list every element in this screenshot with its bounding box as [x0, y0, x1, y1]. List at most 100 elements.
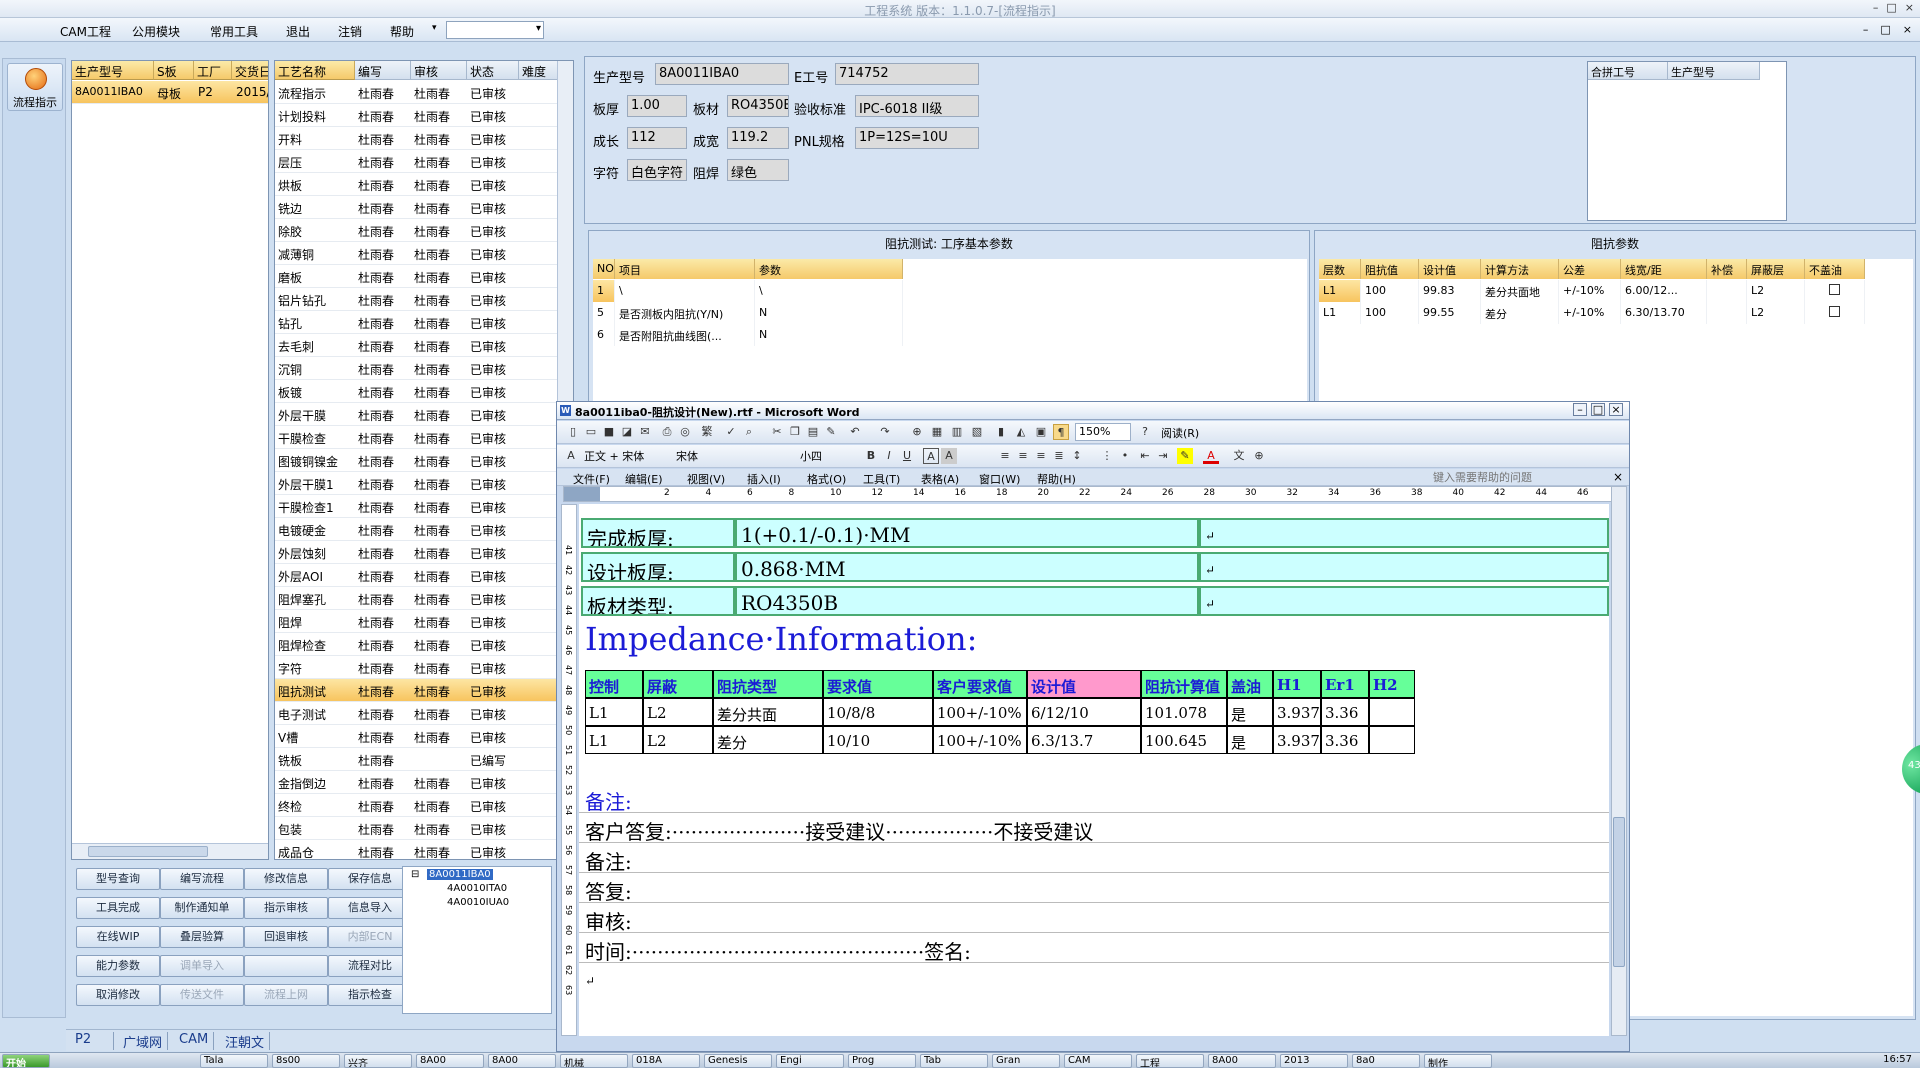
word-menu-file[interactable]: 文件(F) — [573, 471, 610, 487]
size-combo[interactable]: 小四 — [797, 447, 843, 465]
spellcheck-icon[interactable]: ✓ — [723, 424, 739, 440]
tab-p2[interactable]: P2 — [70, 1032, 114, 1050]
numbering-icon[interactable]: ⋮ — [1099, 448, 1115, 464]
tab-cam[interactable]: CAM — [174, 1032, 215, 1050]
phonetic-icon[interactable]: 文 — [1231, 448, 1247, 464]
align-left-icon[interactable]: ≡ — [997, 448, 1013, 464]
action-button[interactable]: 流程对比 — [328, 955, 412, 977]
help-dropdown-icon[interactable]: ▾ — [432, 23, 437, 33]
table-row[interactable]: 开料 杜雨春 杜雨春 已审核 — [275, 127, 559, 150]
maximize-button[interactable]: □ — [1886, 1, 1896, 14]
copy-icon[interactable]: ❐ — [787, 424, 803, 440]
taskbar-item[interactable]: 兴齐 — [344, 1054, 412, 1068]
table-row[interactable]: 流程指示 杜雨春 杜雨春 已审核 — [275, 81, 559, 104]
col-header-param[interactable]: 参数 — [755, 259, 903, 279]
action-button[interactable]: 在线WIP — [76, 926, 160, 948]
table-row[interactable]: 包装 杜雨春 杜雨春 已审核 — [275, 817, 559, 840]
table-row[interactable]: 减薄铜 杜雨春 杜雨春 已审核 — [275, 242, 559, 265]
open-icon[interactable]: ▭ — [583, 424, 599, 440]
style-combo[interactable]: 正文 + 宋体 — [581, 447, 673, 465]
menu-cam[interactable]: CAM工程 — [60, 23, 111, 40]
word-menu-tools[interactable]: 工具(T) — [863, 471, 900, 487]
table-row[interactable]: 成品仓 杜雨春 杜雨春 已审核 — [275, 840, 559, 859]
insert-excel-icon[interactable]: ▧ — [969, 424, 985, 440]
imp-col-header[interactable]: 线宽/距 — [1621, 259, 1707, 279]
table-row[interactable]: 干膜检查 杜雨春 杜雨春 已审核 — [275, 426, 559, 449]
col-header-writer[interactable]: 编写 — [355, 61, 411, 80]
word-close-button[interactable]: × — [1609, 403, 1623, 416]
cut-icon[interactable]: ✂ — [769, 424, 785, 440]
menu-exit[interactable]: 退出 — [286, 23, 310, 40]
word-menu-edit[interactable]: 编辑(E) — [625, 471, 663, 487]
imp-col-header[interactable]: 阻抗值 — [1361, 259, 1419, 279]
table-row[interactable]: 钻孔 杜雨春 杜雨春 已审核 — [275, 311, 559, 334]
taskbar-item[interactable]: 制作 — [1424, 1054, 1492, 1068]
checkbox[interactable] — [1829, 306, 1840, 317]
table-row[interactable]: 铣边 杜雨春 杜雨春 已审核 — [275, 196, 559, 219]
insert-table-icon[interactable]: ▥ — [949, 424, 965, 440]
col-header-difficulty[interactable]: 难度 — [519, 61, 559, 80]
imp-col-header[interactable]: 公差 — [1559, 259, 1621, 279]
table-row[interactable]: 除胶 杜雨春 杜雨春 已审核 — [275, 219, 559, 242]
char-border-button[interactable]: A — [923, 448, 939, 464]
table-row[interactable]: 铝片钻孔 杜雨春 杜雨春 已审核 — [275, 288, 559, 311]
word-scroll-thumb[interactable] — [1613, 817, 1625, 967]
table-row[interactable]: 磨板 杜雨春 杜雨春 已审核 — [275, 265, 559, 288]
table-row[interactable]: 字符 杜雨春 杜雨春 已审核 — [275, 656, 559, 679]
italic-button[interactable]: I — [881, 448, 897, 464]
document-page[interactable]: 完成板厚: 1(+0.1/-0.1)·MM ↵ 设计板厚: 0.868·MM ↵… — [579, 504, 1609, 1036]
taskbar-item[interactable]: Gran — [992, 1054, 1060, 1068]
undo-icon[interactable]: ↶ — [847, 424, 863, 440]
outdent-icon[interactable]: ⇤ — [1137, 448, 1153, 464]
table-row[interactable]: 阻焊 杜雨春 杜雨春 已审核 — [275, 610, 559, 633]
checkbox[interactable] — [1829, 284, 1840, 295]
imp-col-header[interactable]: 补偿 — [1707, 259, 1747, 279]
word-doc-close-icon[interactable]: × — [1613, 470, 1623, 484]
table-row[interactable]: 阻焊塞孔 杜雨春 杜雨春 已审核 — [275, 587, 559, 610]
taskbar-item[interactable]: 8A00 — [1208, 1054, 1276, 1068]
action-button[interactable]: 回退审核 — [244, 926, 328, 948]
eno-field[interactable]: 714752 — [835, 63, 979, 85]
bullets-icon[interactable]: • — [1117, 448, 1133, 464]
save-icon[interactable]: ■ — [601, 424, 617, 440]
product-field[interactable]: 8A0011IBA0 — [655, 63, 789, 85]
mdi-restore-button[interactable]: □ — [1880, 23, 1890, 36]
redo-icon[interactable]: ↷ — [877, 424, 893, 440]
table-row[interactable]: 烘板 杜雨春 杜雨春 已审核 — [275, 173, 559, 196]
table-row[interactable]: 8A0011IBA0 母板 P2 2015/ — [72, 81, 268, 104]
table-row[interactable]: 金指倒边 杜雨春 杜雨春 已审核 — [275, 771, 559, 794]
action-button[interactable] — [244, 955, 328, 977]
table-row[interactable]: 层压 杜雨春 杜雨春 已审核 — [275, 150, 559, 173]
line-spacing-icon[interactable]: ↕ — [1069, 448, 1085, 464]
table-row[interactable]: 铣板 杜雨春 已编写 — [275, 748, 559, 771]
word-menu-insert[interactable]: 插入(I) — [747, 471, 781, 487]
mask-field[interactable]: 绿色 — [727, 159, 789, 181]
format-painter-icon[interactable]: ✎ — [823, 424, 839, 440]
tree-child[interactable]: 4A0010IUA0 — [447, 897, 509, 908]
scroll-thumb[interactable] — [88, 846, 208, 857]
table-row[interactable]: 外层干膜1 杜雨春 杜雨春 已审核 — [275, 472, 559, 495]
imp-col-header[interactable]: 不盖油 — [1805, 259, 1865, 279]
taskbar-item[interactable]: Tala — [200, 1054, 268, 1068]
table-row[interactable]: 终检 杜雨春 杜雨春 已审核 — [275, 794, 559, 817]
taskbar-item[interactable]: Prog — [848, 1054, 916, 1068]
action-button[interactable]: 流程上网 — [244, 984, 328, 1006]
font-combo[interactable]: 宋体 — [673, 447, 793, 465]
action-button[interactable]: 取消修改 — [76, 984, 160, 1006]
len-field[interactable]: 112 — [627, 127, 687, 149]
tree-collapse-icon[interactable]: ⊟ — [411, 869, 419, 880]
horizontal-ruler[interactable]: 2 4 6 8 10 12 14 16 18 20 22 24 26 28 30 32 34 36 38 40 42 44… — [563, 486, 1621, 502]
align-center-icon[interactable]: ≡ — [1015, 448, 1031, 464]
action-button[interactable]: 调单导入 — [160, 955, 244, 977]
help-icon[interactable]: ? — [1137, 424, 1153, 440]
col-header-factory[interactable]: 工厂 — [194, 61, 232, 80]
char-field[interactable]: 白色字符 — [627, 159, 687, 181]
table-row[interactable]: 阻焊检查 杜雨春 杜雨春 已审核 — [275, 633, 559, 656]
font-color-icon[interactable]: A — [1203, 448, 1219, 464]
col-header-item[interactable]: 项目 — [615, 259, 755, 279]
menu-combo[interactable] — [446, 21, 544, 39]
action-button[interactable]: 制作通知单 — [160, 897, 244, 919]
read-button[interactable]: 阅读(R) — [1161, 425, 1199, 441]
base-cell-param[interactable]: N — [755, 302, 903, 324]
word-menu-table[interactable]: 表格(A) — [921, 471, 959, 487]
